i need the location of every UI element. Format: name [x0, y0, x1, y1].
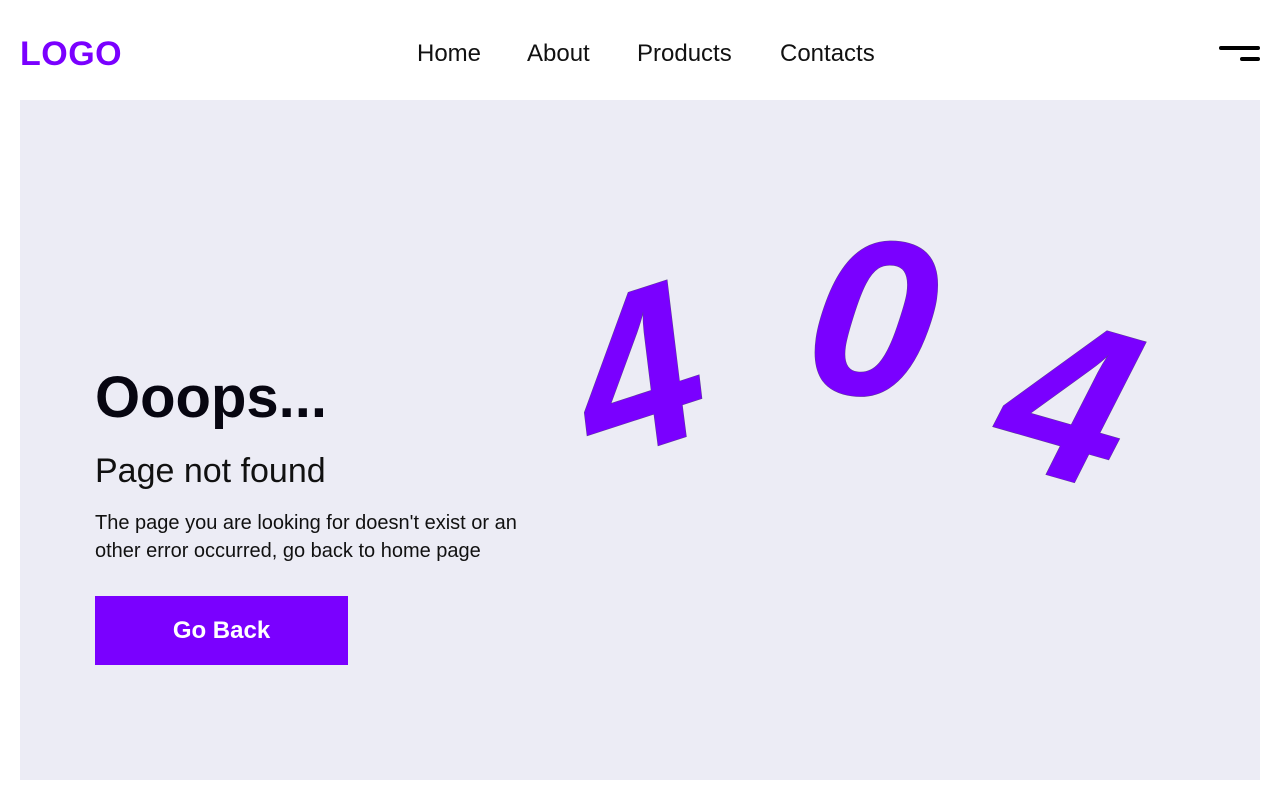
page-heading: Ooops... — [95, 365, 327, 430]
hamburger-menu-icon-bottom-bar — [1240, 57, 1260, 61]
error-description: The page you are looking for doesn't exi… — [95, 512, 517, 562]
page-subheading: Page not found — [95, 452, 326, 490]
error-page-panel: Ooops... Page not found The page you are… — [20, 100, 1260, 780]
error-code-svg: 4 0 4 — [533, 184, 1165, 539]
error-digit-first-four: 4 — [534, 232, 735, 512]
go-back-button[interactable]: Go Back — [95, 596, 348, 665]
main-navigation: Home About Products Contacts — [0, 36, 1280, 72]
nav-link-home[interactable]: Home — [417, 36, 481, 72]
error-code-illustration: 4 0 4 — [533, 170, 1180, 540]
nav-link-contacts[interactable]: Contacts — [780, 36, 875, 72]
nav-link-products[interactable]: Products — [637, 36, 732, 72]
nav-link-about[interactable]: About — [527, 36, 590, 72]
hamburger-menu-button[interactable] — [1214, 42, 1262, 68]
error-digit-zero: 0 — [793, 184, 952, 451]
hamburger-menu-icon — [1219, 46, 1260, 50]
error-digit-second-four: 4 — [971, 261, 1165, 539]
site-header: LOGO Home About Products Contacts — [0, 0, 1280, 100]
